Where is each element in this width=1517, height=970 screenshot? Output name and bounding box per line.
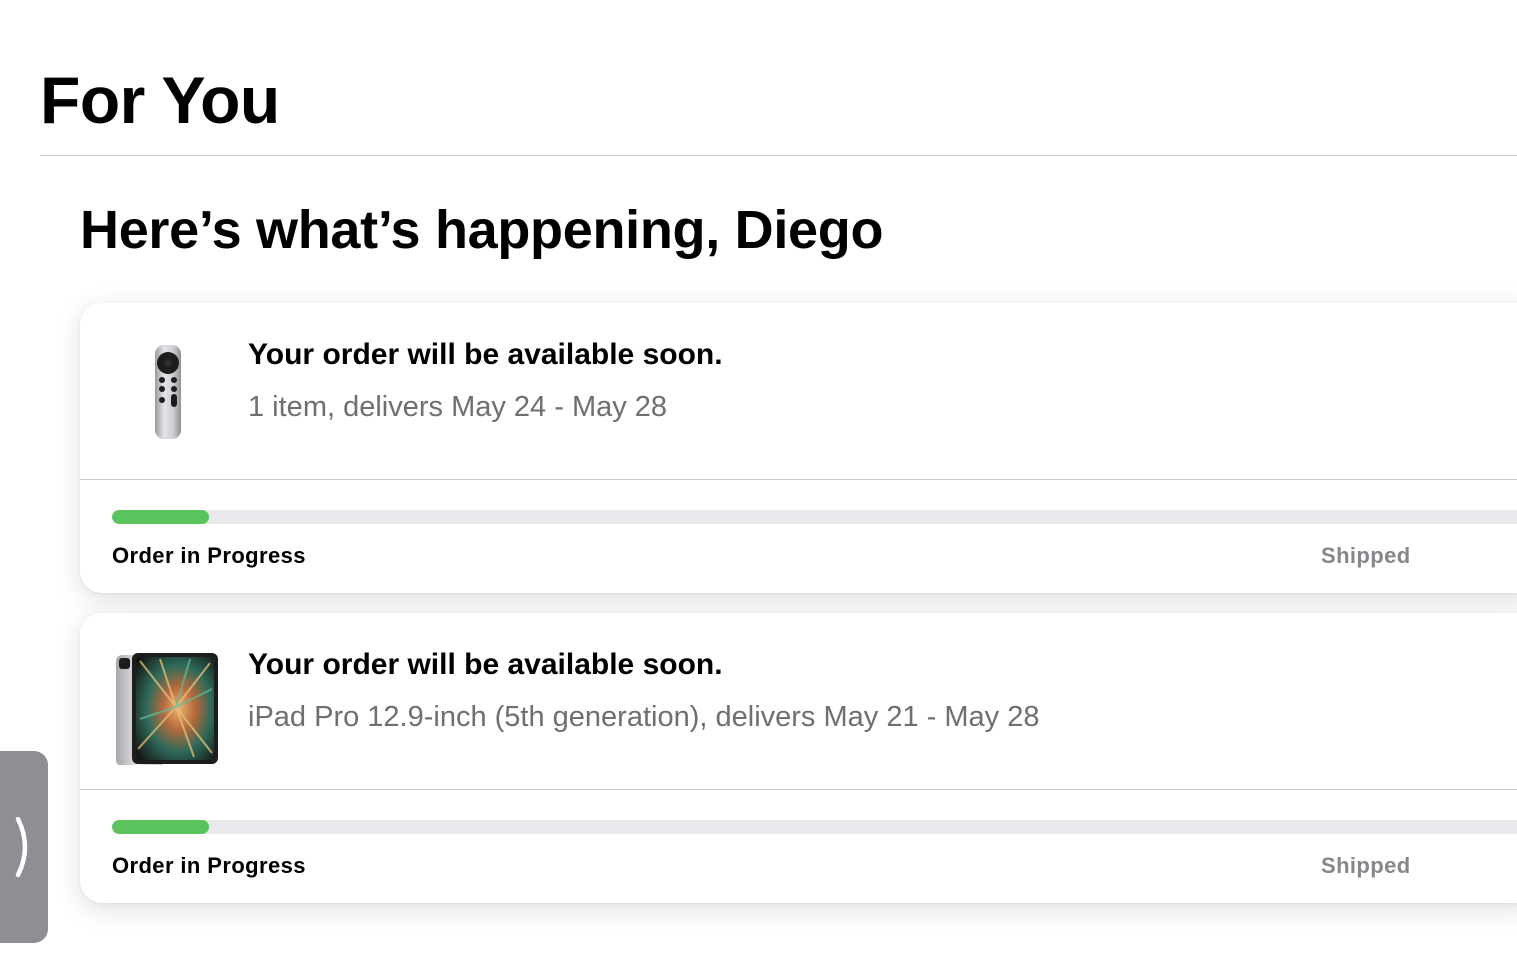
order-title: Your order will be available soon.	[248, 648, 723, 681]
order-card[interactable]: Your order will be available soon. 1 ite…	[80, 303, 1517, 593]
order-progress-fill	[112, 820, 210, 834]
title-divider	[40, 155, 1517, 156]
sidebar-toggle-button[interactable]	[0, 751, 48, 943]
apple-tv-remote-icon	[110, 339, 226, 455]
order-stage-label: Shipped	[1321, 853, 1411, 878]
order-progress-fill	[112, 510, 210, 524]
greeting-heading: Here’s what’s happening, Diego	[80, 200, 884, 260]
ipad-pro-icon	[110, 649, 226, 766]
order-delivery-info: 1 item, delivers May 24 - May 28	[248, 391, 668, 423]
order-title: Your order will be available soon.	[248, 338, 723, 371]
chevron-right-icon	[15, 817, 28, 877]
page-title: For You	[40, 63, 280, 137]
order-progress-bar	[112, 510, 1517, 524]
order-card[interactable]: Your order will be available soon. iPad …	[80, 613, 1517, 903]
order-summary[interactable]: Your order will be available soon. iPad …	[80, 613, 1517, 790]
order-summary[interactable]: Your order will be available soon. 1 ite…	[80, 303, 1517, 480]
order-status-label: Order in Progress	[112, 853, 306, 878]
order-progress-bar	[112, 820, 1517, 834]
order-stage-label: Shipped	[1321, 543, 1411, 568]
for-you-page: For You Here’s what’s happening, Diego Y…	[0, 0, 1517, 970]
order-delivery-info: iPad Pro 12.9-inch (5th generation), del…	[248, 701, 1040, 733]
order-status-label: Order in Progress	[112, 543, 306, 568]
